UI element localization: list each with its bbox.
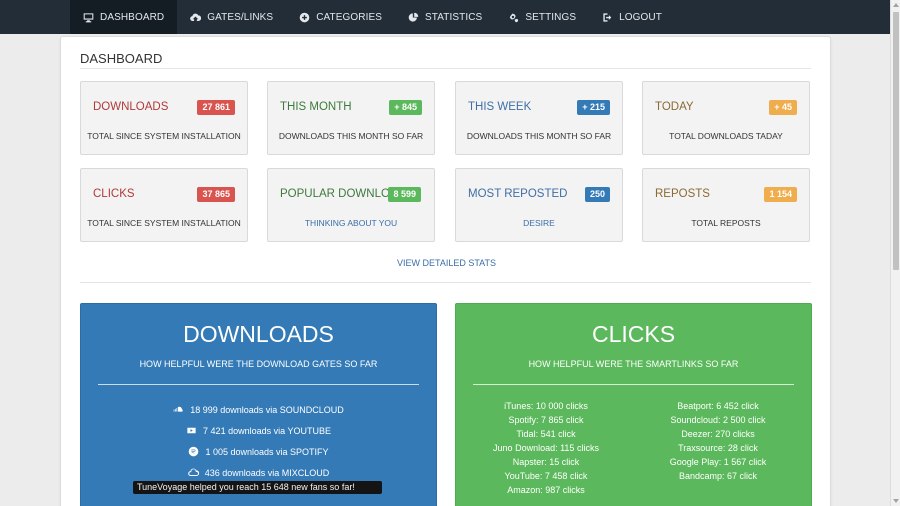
nav-logout-label: LOGOUT [619,11,662,23]
list-item-text: 7 421 downloads via YOUTUBE [203,425,331,436]
tile-badge: 1 154 [764,187,797,202]
tile-popular-download: POPULAR DOWNLOAD 8 599 THINKING ABOUT YO… [267,168,435,242]
list-item: Bandcamp: 67 click [678,471,758,481]
nav-statistics[interactable]: STATISTICS [395,0,495,34]
tile-subtext-link[interactable]: DESIRE [456,218,622,228]
tile-badge: + 215 [577,100,610,115]
tile-subtext: TOTAL DOWNLOADS TADAY [669,131,783,141]
clicks-box-title: CLICKS [591,321,676,347]
tile-today: TODAY + 45 TOTAL DOWNLOADS TADAY [642,81,810,155]
scrollbar-thumb[interactable] [893,12,899,270]
tile-label: DOWNLOADS [93,101,169,113]
clicks-box-subtitle: HOW HELPFUL WERE THE SMARTLINKS SO FAR [528,359,739,369]
list-item: Spotify: 7 865 click [508,415,584,425]
tile-reposts: REPOSTS 1 154 TOTAL REPOSTS [642,168,810,242]
tile-clicks: CLICKS 37 865 TOTAL SINCE SYSTEM INSTALL… [80,168,248,242]
list-item: 18 999 downloads via SOUNDCLOUD [81,399,436,420]
list-item-text: 1 005 downloads via SPOTIFY [205,446,329,457]
tile-badge: 8 599 [388,187,421,202]
tile-most-reposted: MOST REPOSTED 250 DESIRE [455,168,623,242]
youtube-icon [187,427,196,434]
tile-badge: 250 [584,187,610,202]
tile-subtext: DOWNLOADS THIS MONTH SO FAR [466,131,612,141]
nav-categories-label: CATEGORIES [316,11,383,23]
cloud-download-icon [190,13,202,21]
tile-subtext: DOWNLOADS THIS MONTH SO FAR [278,131,424,141]
clicks-list-right: Beatport: 6 452 click Soundcloud: 2 500 … [633,399,803,483]
list-item: Soundcloud: 2 500 click [670,415,766,425]
title-divider [80,68,811,69]
tile-subtext: TOTAL SINCE SYSTEM INSTALLATION [87,218,241,228]
list-item: Juno Download: 115 clicks [493,443,599,453]
list-item: YouTube: 7 458 click [504,471,588,481]
pie-chart-icon [408,12,419,22]
spotify-icon [189,446,199,457]
top-navbar: DASHBOARD GATES/LINKS CATEGORIES STATIST… [0,0,890,34]
tile-badge: + 45 [769,100,797,115]
sign-out-icon [603,12,612,22]
gears-icon [510,12,519,22]
section-divider [80,282,811,283]
soundcloud-icon [173,406,183,412]
clicks-summary-box: CLICKS HOW HELPFUL WERE THE SMARTLINKS S… [455,303,812,506]
list-item: 436 downloads via MIXCLOUD [81,462,436,483]
downloads-box-subtitle: HOW HELPFUL WERE THE DOWNLOAD GATES SO F… [139,359,378,369]
list-item: Google Play: 1 567 click [669,457,767,467]
list-item: Amazon: 987 clicks [507,485,585,495]
tile-badge: 27 861 [197,100,235,115]
tile-this-week: THIS WEEK + 215 DOWNLOADS THIS MONTH SO … [455,81,623,155]
tile-label: REPOSTS [655,188,710,200]
list-item: 1 005 downloads via SPOTIFY [81,441,436,462]
clicks-list-left: iTunes: 10 000 clicks Spotify: 7 865 cli… [461,399,631,497]
list-item: Deezer: 270 clicks [681,429,755,439]
tile-badge: + 845 [389,100,422,115]
tile-label: TODAY [655,101,694,113]
list-item: Napster: 15 click [512,457,580,467]
dashboard-panel: DASHBOARD DOWNLOADS 27 861 TOTAL SINCE S… [60,36,831,506]
view-detailed-stats-link[interactable]: VIEW DETAILED STATS [61,258,832,268]
page-scrollbar[interactable] [890,0,900,506]
nav-dashboard[interactable]: DASHBOARD [70,0,178,34]
downloads-source-list: 18 999 downloads via SOUNDCLOUD 7 421 do… [81,399,436,483]
tile-label: THIS WEEK [468,101,532,113]
list-item-text: 436 downloads via MIXCLOUD [204,467,330,478]
nav-gates-links-label: GATES/LINKS [207,11,274,23]
downloads-box-title: DOWNLOADS [183,321,334,347]
tile-subtext: TOTAL SINCE SYSTEM INSTALLATION [87,131,241,141]
downloads-summary-box: DOWNLOADS HOW HELPFUL WERE THE DOWNLOAD … [80,303,437,506]
list-item: Traxsource: 28 click [678,443,758,453]
page-title: DASHBOARD [80,51,163,66]
tile-this-month: THIS MONTH + 845 DOWNLOADS THIS MONTH SO… [267,81,435,155]
nav-settings[interactable]: SETTINGS [495,0,589,34]
clicks-box-divider [473,384,794,385]
nav-statistics-label: STATISTICS [425,11,483,23]
monitor-icon [83,12,94,22]
tile-label: POPULAR DOWNLOAD [280,188,406,200]
nav-settings-label: SETTINGS [525,11,577,23]
nav-gates-links[interactable]: GATES/LINKS [177,0,286,34]
list-item-text: 18 999 downloads via SOUNDCLOUD [190,404,344,415]
tile-subtext-link[interactable]: THINKING ABOUT YOU [268,218,434,228]
list-item: 7 421 downloads via YOUTUBE [81,420,436,441]
tile-subtext: TOTAL REPOSTS [691,218,761,228]
plus-circle-icon [299,12,310,22]
fans-toast-notification: TuneVoyage helped you reach 15 648 new f… [133,481,382,494]
list-item: iTunes: 10 000 clicks [504,401,588,411]
tile-label: MOST REPOSTED [468,188,568,200]
tile-badge: 37 865 [197,187,235,202]
tile-downloads: DOWNLOADS 27 861 TOTAL SINCE SYSTEM INST… [80,81,248,155]
list-item: Tidal: 541 click [516,429,576,439]
nav-dashboard-label: DASHBOARD [100,11,165,23]
nav-categories[interactable]: CATEGORIES [286,0,395,34]
tile-label: CLICKS [93,188,135,200]
scroll-up-arrow-icon[interactable] [893,3,899,7]
list-item: Beatport: 6 452 click [677,401,759,411]
tile-label: THIS MONTH [280,101,352,113]
mixcloud-icon [187,468,199,476]
downloads-box-divider [98,384,419,385]
scroll-down-arrow-icon[interactable] [893,499,899,503]
nav-logout[interactable]: LOGOUT [589,0,675,34]
